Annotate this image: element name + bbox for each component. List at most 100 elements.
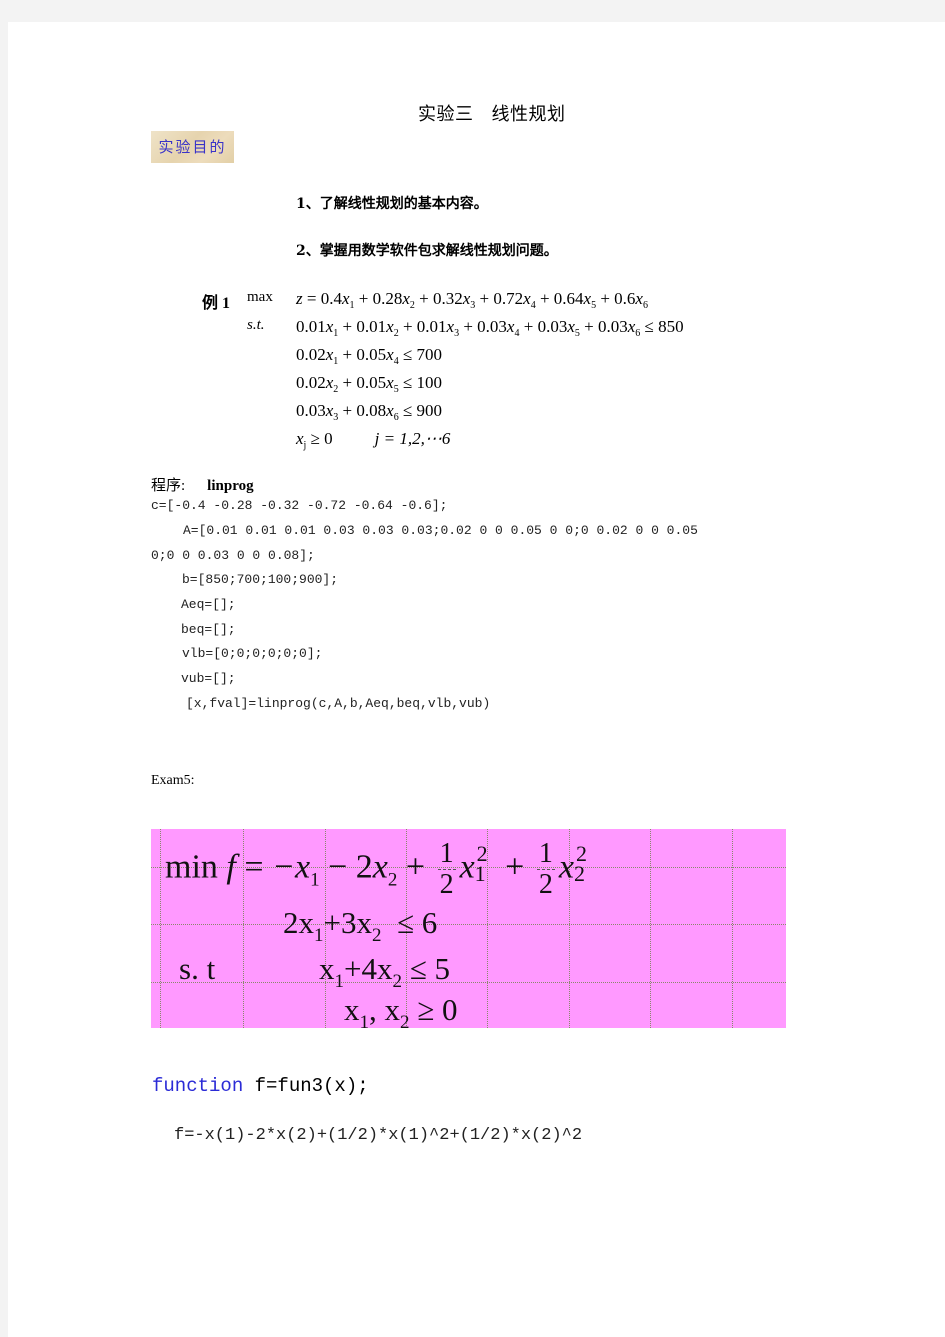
example-label: 例 1: [202, 295, 231, 312]
denominator: 2: [439, 869, 454, 900]
variable: x: [386, 345, 394, 364]
term: +3x: [323, 905, 372, 940]
operator: ≤: [398, 373, 417, 392]
coefficient: 0.08: [356, 401, 387, 420]
page-title: 实验三 线性规划: [418, 100, 566, 126]
operator: −: [328, 848, 348, 886]
index-range: j = 1,2,⋯6: [374, 429, 451, 448]
code-line: A=[0.01 0.01 0.01 0.03 0.03 0.03;0.02 0 …: [183, 523, 698, 538]
exam5-objective: min f = −x1 − 2x2 + 12x21 + 12x22: [165, 839, 596, 900]
min-keyword: min: [165, 848, 218, 886]
operator: +: [354, 289, 373, 308]
rhs: 0: [442, 992, 458, 1027]
operator: ≤: [398, 401, 417, 420]
grid-line: [151, 982, 786, 983]
coefficient: 0.72: [493, 289, 524, 308]
operator: +: [414, 289, 433, 308]
term: 2x: [283, 905, 314, 940]
variable: x: [402, 289, 410, 308]
coefficient: 0.6: [614, 289, 636, 308]
operator: ≤: [640, 317, 659, 336]
constraint: 0.02x1 + 0.05x4 ≤ 700: [296, 345, 443, 367]
function-keyword: function: [152, 1075, 244, 1097]
subject-to-keyword: s.t.: [247, 317, 265, 333]
subscript: 1: [474, 860, 486, 886]
objective-function: z = 0.4x1 + 0.28x2 + 0.32x3 + 0.72x4 + 0…: [296, 289, 648, 311]
exam5-constraint: 2x1+3x2 ≤ 6: [283, 905, 438, 945]
operator: ≥: [417, 992, 435, 1027]
term: , x: [369, 992, 400, 1027]
coefficient: 0.64: [553, 289, 584, 308]
coefficient: 0.05: [356, 373, 387, 392]
variable: x: [386, 401, 394, 420]
fraction: 12: [536, 839, 555, 900]
subscript: 6: [642, 300, 648, 311]
constraint: 0.02x2 + 0.05x5 ≤ 100: [296, 373, 443, 395]
rhs: 6: [421, 905, 438, 940]
code-line: vub=[];: [181, 671, 236, 686]
variable: x: [296, 429, 304, 448]
code-line: Aeq=[];: [181, 597, 236, 612]
variable: x: [635, 289, 643, 308]
grid-line: [732, 829, 733, 1028]
subscript: 1: [334, 971, 345, 992]
coefficient: 0.01: [416, 317, 447, 336]
variable: x: [386, 317, 394, 336]
goal-item: 2、掌握用数学软件包求解线性规划问题。: [296, 243, 558, 259]
operator: +: [505, 848, 525, 886]
code-line: c=[-0.4 -0.28 -0.32 -0.72 -0.64 -0.6];: [151, 498, 448, 513]
rhs: 700: [416, 345, 443, 364]
operator: +: [338, 317, 357, 336]
subscript: 1: [310, 869, 320, 891]
subscript: 1: [359, 1012, 370, 1028]
coefficient: 0.03: [597, 317, 628, 336]
subscript: 2: [573, 860, 585, 886]
program-label-text: 程序:: [151, 478, 186, 494]
subscript: 2: [400, 1012, 410, 1028]
section-label-objective: 实验目的: [151, 131, 234, 163]
sup-sub: 21: [474, 841, 497, 886]
subscript: 1: [314, 925, 324, 946]
coefficient: 0.4: [320, 289, 342, 308]
coefficient: 0.01: [296, 317, 326, 336]
variable: x: [446, 317, 455, 336]
coefficient: 0.32: [433, 289, 463, 308]
operator: +: [338, 373, 357, 392]
title-part2: 线性规划: [491, 104, 566, 124]
term: x: [344, 992, 360, 1027]
code-line: vlb=[0;0;0;0;0;0];: [182, 646, 323, 661]
operator: =: [302, 289, 321, 308]
grid-line: [151, 924, 786, 925]
function-signature-text: f=fun3(x);: [243, 1075, 369, 1097]
coefficient: 0.02: [296, 345, 326, 364]
operator: +: [535, 289, 554, 308]
operator: +: [475, 289, 494, 308]
subscript: 2: [392, 971, 402, 992]
coefficient: 0.05: [356, 345, 387, 364]
title-part1: 实验三: [418, 104, 474, 124]
sup-sub: 22: [573, 841, 596, 886]
numerator: 1: [437, 838, 456, 870]
coefficient: 2: [355, 848, 373, 886]
rhs: 100: [416, 373, 443, 392]
equals-sign: =: [244, 848, 264, 886]
exam5-label: Exam5:: [151, 773, 195, 788]
constraint: 0.01x1 + 0.01x2 + 0.01x3 + 0.03x4 + 0.03…: [296, 317, 684, 339]
program-name: linprog: [207, 478, 254, 494]
coefficient: 0.01: [356, 317, 387, 336]
variable: x: [523, 289, 531, 308]
exam5-constraint: x1, x2 ≥ 0: [344, 992, 458, 1028]
objective-keyword: max: [247, 289, 273, 305]
coefficient: 0.03: [477, 317, 507, 336]
term: x: [319, 951, 335, 986]
coefficient: 0.03: [296, 401, 326, 420]
code-line: beq=[];: [181, 622, 236, 637]
operator: ≤: [409, 951, 427, 986]
variable: x: [341, 289, 350, 308]
variable: x: [583, 289, 592, 308]
code-line: b=[850;700;100;900];: [182, 572, 339, 587]
code-line: [x,fval]=linprog(c,A,b,Aeq,beq,vlb,vub): [186, 696, 491, 711]
rhs: 5: [434, 951, 451, 986]
operator: +: [338, 401, 357, 420]
exam5-st-keyword: s. t: [179, 951, 216, 986]
